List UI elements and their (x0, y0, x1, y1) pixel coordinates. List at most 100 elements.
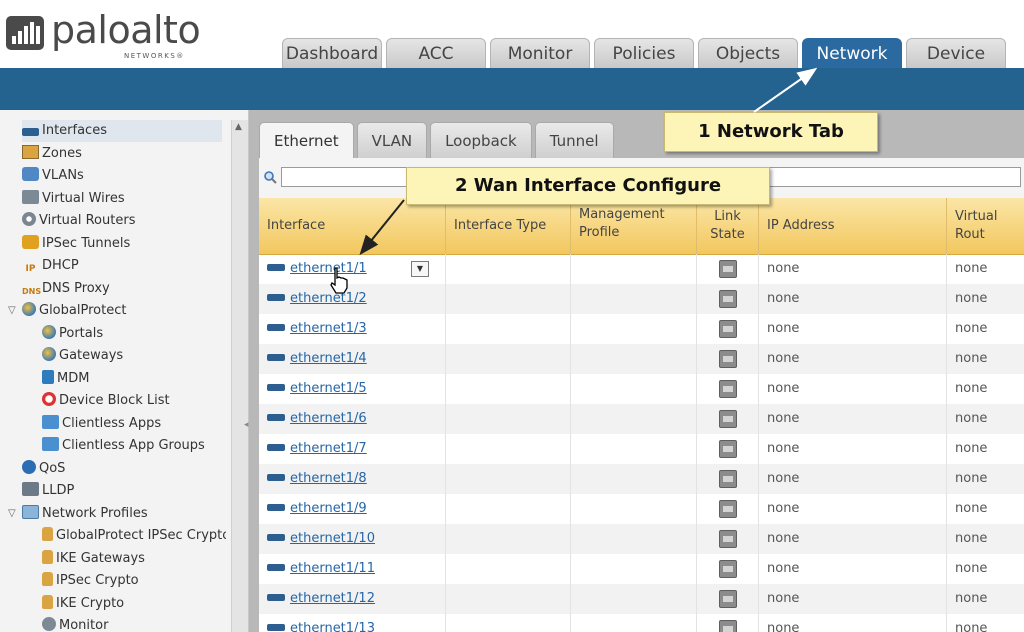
cell-management-profile (571, 374, 697, 404)
tab-tunnel[interactable]: Tunnel (534, 122, 614, 158)
sidebar-item-mdm[interactable]: MDM (42, 368, 89, 390)
cell-link-state (697, 434, 759, 464)
tab-acc[interactable]: ACC (386, 38, 486, 68)
sidebar-item-dhcp[interactable]: IP DHCP (22, 255, 79, 277)
tab-loopback[interactable]: Loopback (430, 122, 532, 158)
interface-link[interactable]: ethernet1/7 (290, 441, 367, 456)
tab-dashboard[interactable]: Dashboard (282, 38, 382, 68)
table-row[interactable]: ethernet1/1 ▼ none none (259, 254, 1024, 284)
table-row[interactable]: ethernet1/7 none none (259, 434, 1024, 464)
cell-link-state (697, 554, 759, 584)
row-menu-dropdown-icon[interactable]: ▼ (411, 261, 429, 277)
col-management-profile[interactable]: Management Profile (571, 198, 697, 254)
cell-ip-address: none (759, 614, 947, 632)
cell-interface: ethernet1/8 (259, 464, 446, 494)
sidebar-item-gp-ipsec-crypto[interactable]: GlobalProtect IPSec Crypto (42, 525, 226, 547)
cell-management-profile (571, 464, 697, 494)
sidebar-item-label: IKE Crypto (56, 596, 125, 611)
cell-ip-address: none (759, 464, 947, 494)
tab-device[interactable]: Device (906, 38, 1006, 68)
sidebar-item-label: DNS Proxy (42, 281, 110, 296)
table-row[interactable]: ethernet1/13 none none (259, 614, 1024, 632)
sidebar-scrollbar[interactable]: ▲ (231, 120, 248, 632)
sidebar-item-network-profiles[interactable]: ▽ Network Profiles (8, 503, 148, 525)
cell-interface: ethernet1/5 (259, 374, 446, 404)
sidebar-item-interfaces[interactable]: Interfaces (22, 120, 222, 142)
sidebar-item-lldp[interactable]: LLDP (22, 480, 74, 502)
col-ip-address[interactable]: IP Address (759, 198, 947, 254)
collapse-icon[interactable]: ▽ (8, 300, 16, 322)
tab-objects[interactable]: Objects (698, 38, 798, 68)
cell-interface: ethernet1/6 (259, 404, 446, 434)
globe-icon (42, 347, 56, 361)
interface-link[interactable]: ethernet1/8 (290, 471, 367, 486)
interface-link[interactable]: ethernet1/4 (290, 351, 367, 366)
sidebar-item-ike-gateways[interactable]: IKE Gateways (42, 548, 145, 570)
sidebar-item-device-block-list[interactable]: Device Block List (42, 390, 170, 412)
sidebar-item-portals[interactable]: Portals (42, 323, 103, 345)
col-virtual-router[interactable]: Virtual Rout (947, 198, 1024, 254)
cell-interface-type (446, 524, 571, 554)
link-state-icon (718, 259, 737, 278)
table-row[interactable]: ethernet1/5 none none (259, 374, 1024, 404)
interface-link[interactable]: ethernet1/6 (290, 411, 367, 426)
sidebar-item-ipsec-crypto[interactable]: IPSec Crypto (42, 570, 139, 592)
sidebar-item-virtual-routers[interactable]: Virtual Routers (22, 210, 135, 232)
cell-link-state (697, 524, 759, 554)
tab-monitor[interactable]: Monitor (490, 38, 590, 68)
cell-link-state (697, 374, 759, 404)
table-row[interactable]: ethernet1/8 none none (259, 464, 1024, 494)
interface-link[interactable]: ethernet1/11 (290, 561, 375, 576)
collapse-icon[interactable]: ▽ (8, 503, 16, 525)
cell-ip-address: none (759, 314, 947, 344)
tab-vlan[interactable]: VLAN (356, 122, 428, 158)
interface-link[interactable]: ethernet1/9 (290, 501, 367, 516)
lock-icon (42, 572, 53, 586)
cell-ip-address: none (759, 554, 947, 584)
cell-interface-type (446, 284, 571, 314)
sidebar-item-clientless-apps[interactable]: Clientless Apps (42, 413, 161, 435)
sidebar-item-ipsec-tunnels[interactable]: IPSec Tunnels (22, 233, 130, 255)
table-row[interactable]: ethernet1/2 none none (259, 284, 1024, 314)
scroll-up-icon[interactable]: ▲ (235, 122, 242, 132)
interface-link[interactable]: ethernet1/13 (290, 621, 375, 632)
tab-ethernet[interactable]: Ethernet (259, 122, 354, 158)
sidebar-item-monitor[interactable]: Monitor (42, 615, 108, 632)
sidebar-item-qos[interactable]: QoS (22, 458, 65, 480)
interface-link[interactable]: ethernet1/12 (290, 591, 375, 606)
cell-virtual-router: none (955, 471, 988, 486)
sidebar-item-globalprotect[interactable]: ▽ GlobalProtect (8, 300, 126, 322)
table-row[interactable]: ethernet1/6 none none (259, 404, 1024, 434)
sidebar-item-dns-proxy[interactable]: DNSDNS Proxy (22, 278, 110, 300)
col-link-state[interactable]: Link State (697, 198, 759, 254)
sidebar-item-label: IKE Gateways (56, 551, 145, 566)
tab-network[interactable]: Network (802, 38, 902, 68)
sidebar-item-clientless-app-groups[interactable]: Clientless App Groups (42, 435, 205, 457)
table-row[interactable]: ethernet1/4 none none (259, 344, 1024, 374)
table-row[interactable]: ethernet1/12 none none (259, 584, 1024, 614)
table-row[interactable]: ethernet1/9 none none (259, 494, 1024, 524)
cell-virtual-router: none (955, 291, 988, 306)
splitter-handle-icon[interactable]: ◂ (244, 420, 249, 430)
sidebar-item-vlans[interactable]: VLANs (22, 165, 84, 187)
sidebar-item-virtual-wires[interactable]: Virtual Wires (22, 188, 125, 210)
globe-icon (42, 325, 56, 339)
interface-link[interactable]: ethernet1/5 (290, 381, 367, 396)
col-interface[interactable]: Interface (259, 198, 446, 254)
tunnel-icon (22, 235, 39, 249)
table-row[interactable]: ethernet1/3 none none (259, 314, 1024, 344)
table-row[interactable]: ethernet1/10 none none (259, 524, 1024, 554)
cell-ip-address: none (759, 344, 947, 374)
sidebar-item-zones[interactable]: Zones (22, 143, 82, 165)
tab-policies[interactable]: Policies (594, 38, 694, 68)
col-interface-type[interactable]: Interface Type (446, 198, 571, 254)
ethernet-port-icon (267, 534, 285, 541)
sidebar-item-gateways[interactable]: Gateways (42, 345, 123, 367)
interface-link[interactable]: ethernet1/10 (290, 531, 375, 546)
sidebar-item-ike-crypto[interactable]: IKE Crypto (42, 593, 124, 615)
interface-link[interactable]: ethernet1/3 (290, 321, 367, 336)
folder-icon (22, 505, 39, 519)
cell-interface: ethernet1/12 (259, 584, 446, 614)
link-state-icon (718, 619, 737, 632)
table-row[interactable]: ethernet1/11 none none (259, 554, 1024, 584)
